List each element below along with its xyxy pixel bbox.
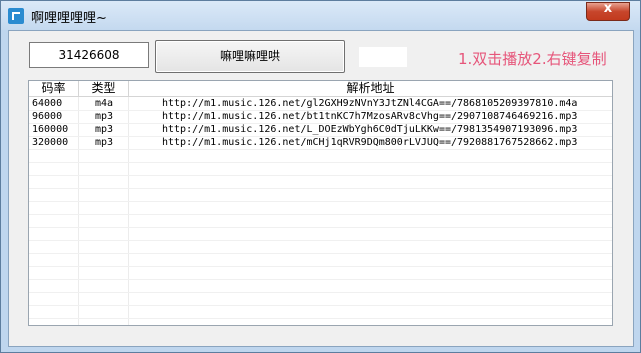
table-row[interactable]: 320000 mp3 http://m1.music.126.net/mCHj1… [29,136,612,149]
type-cell: m4a [95,98,114,109]
usage-hint: 1.双击播放2.右键复制 [458,50,607,68]
bitrate-cell: 160000 [32,124,69,135]
bitrate-cell: 96000 [32,111,63,122]
row-divider [29,279,612,280]
column-header-type[interactable]: 类型 [79,81,129,97]
title-bar[interactable]: 啊哩哩哩哩~ x [1,1,640,30]
row-divider [29,214,612,215]
row-divider [29,240,612,241]
column-header-bitrate[interactable]: 码率 [29,81,79,97]
url-cell: http://m1.music.126.net/bt1tnKC7h7MzosAR… [162,111,578,122]
row-divider [29,227,612,228]
row-divider [29,318,612,319]
row-divider [29,201,612,202]
row-divider [29,253,612,254]
window-title: 啊哩哩哩哩~ [31,11,107,26]
close-icon: x [603,1,613,16]
client-area: 31426608 嘛哩嘛哩哄 1.双击播放2.右键复制 码率 类型 解析地址 6… [8,30,634,347]
row-divider [29,188,612,189]
type-cell: mp3 [95,111,114,122]
row-divider [29,292,612,293]
bitrate-cell: 320000 [32,137,69,148]
column-header-url[interactable]: 解析地址 [129,81,612,97]
row-divider [29,149,612,150]
app-icon [8,8,24,24]
type-cell: mp3 [95,124,114,135]
row-divider [29,162,612,163]
result-list[interactable]: 码率 类型 解析地址 64000 m4a http://m1.music.126… [28,80,613,326]
url-cell: http://m1.music.126.net/mCHj1qRVR9DQm800… [162,137,578,148]
url-cell: http://m1.music.126.net/L_DOEzWbYgh6C0dT… [162,124,578,135]
bitrate-cell: 64000 [32,98,63,109]
type-cell: mp3 [95,137,114,148]
status-box [359,47,407,67]
row-divider [29,305,612,306]
parse-button[interactable]: 嘛哩嘛哩哄 [155,40,345,73]
app-window: 啊哩哩哩哩~ x 31426608 嘛哩嘛哩哄 1.双击播放2.右键复制 码率 … [0,0,641,353]
table-row[interactable]: 64000 m4a http://m1.music.126.net/gl2GXH… [29,97,612,110]
url-cell: http://m1.music.126.net/gl2GXH9zNVnY3JtZ… [162,98,578,109]
row-divider [29,266,612,267]
table-row[interactable]: 160000 mp3 http://m1.music.126.net/L_DOE… [29,123,612,136]
song-id-input[interactable]: 31426608 [29,42,149,68]
row-divider [29,175,612,176]
close-button[interactable]: x [586,1,630,21]
table-row[interactable]: 96000 mp3 http://m1.music.126.net/bt1tnK… [29,110,612,123]
